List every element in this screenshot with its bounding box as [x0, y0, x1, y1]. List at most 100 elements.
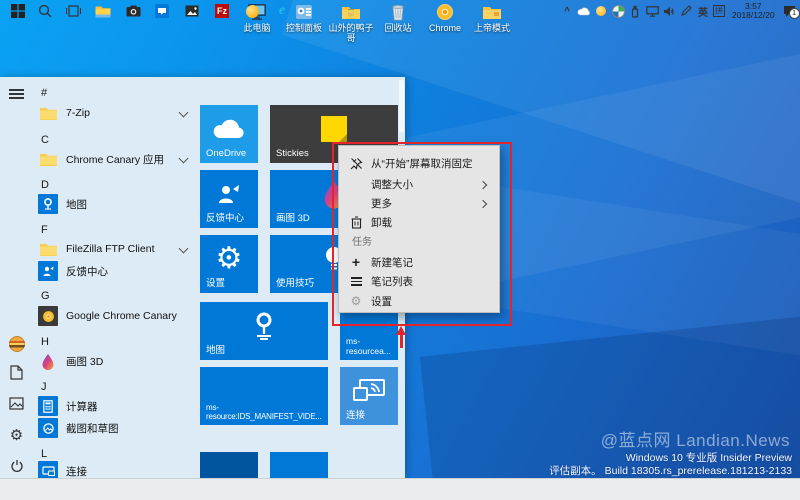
tile-label: 画图 3D — [276, 213, 310, 224]
chevron-down-icon[interactable] — [178, 153, 189, 164]
menu-item-note-list[interactable]: 笔记列表 — [338, 272, 500, 291]
app-label: 反馈中心 — [66, 265, 108, 278]
ime-language-indicator[interactable]: 英 — [696, 4, 710, 19]
desktop-icon-user-folder[interactable]: 山外的鸭子哥 — [328, 3, 374, 43]
task-view-button[interactable] — [60, 1, 86, 21]
app-list-section: L — [41, 448, 48, 460]
tile-onedrive[interactable]: OneDrive — [200, 105, 258, 163]
app-list-item-chrome-canary-folder[interactable]: Chrome Canary 应用 — [38, 148, 193, 170]
onedrive-tray-icon[interactable] — [577, 4, 591, 18]
tile-settings[interactable]: ⚙ 设置 — [200, 235, 258, 293]
app-list-section: C — [41, 134, 49, 146]
app-label: 截图和草图 — [66, 422, 119, 435]
folder-icon — [38, 149, 58, 169]
start-menu-scrollbar[interactable] — [399, 80, 404, 132]
desktop-icon-label: 上帝模式 — [473, 23, 510, 33]
tile-partial-1[interactable] — [200, 452, 258, 478]
menu-item-more[interactable]: 更多 — [338, 194, 500, 213]
chrome-canary-icon — [245, 4, 259, 18]
filezilla-button[interactable]: Fz — [209, 1, 235, 21]
pen-tray-icon[interactable] — [679, 4, 693, 18]
menu-item-new-note[interactable]: + 新建笔记 — [338, 252, 500, 272]
desktop-icon-label: 此电脑 — [243, 23, 271, 33]
control-panel-icon — [296, 5, 312, 19]
menu-item-resize[interactable]: 调整大小 — [338, 175, 500, 194]
menu-item-uninstall[interactable]: 卸载 — [338, 213, 500, 232]
tile-maps[interactable]: 地图 — [200, 302, 328, 360]
app-list-item-snip-sketch[interactable]: 截图和草图 — [38, 417, 193, 439]
feedback-hub-button[interactable] — [149, 1, 175, 21]
app-label: 地图 — [66, 198, 87, 211]
menu-section-tasks: 任务 — [338, 232, 500, 249]
chevron-down-icon[interactable] — [178, 243, 189, 254]
chevron-right-icon — [478, 199, 488, 208]
god-mode-folder-icon — [483, 7, 501, 19]
list-icon — [348, 275, 364, 288]
tray-expand-button[interactable]: ^ — [560, 4, 574, 18]
pictures-button[interactable] — [8, 395, 25, 412]
sticky-note-icon — [321, 116, 347, 143]
windows-build-watermark: 评估副本。 Build 18305.rs_prerelease.181213-2… — [549, 465, 792, 477]
app-list-item-paint3d[interactable]: 画图 3D — [38, 350, 193, 372]
antivirus-tray-icon[interactable] — [611, 4, 625, 18]
power-button[interactable] — [8, 457, 25, 474]
app-label: Google Chrome Canary — [66, 310, 177, 322]
map-pin-icon — [256, 312, 272, 341]
action-center-button[interactable]: 1 — [782, 4, 800, 19]
feedback-hub-icon — [155, 4, 169, 18]
app-label: 画图 3D — [66, 355, 104, 368]
display-tray-icon[interactable] — [645, 4, 659, 18]
app-label: FileZilla FTP Client — [66, 243, 155, 255]
app-list-item-maps[interactable]: 地图 — [38, 193, 193, 215]
settings-button[interactable]: ⚙ — [8, 426, 25, 444]
connect-cast-icon — [353, 379, 385, 402]
tile-label: Stickies — [276, 148, 309, 159]
chrome-canary-tray-icon[interactable] — [594, 4, 608, 18]
menu-item-unpin[interactable]: 从“开始”屏幕取消固定 — [338, 151, 500, 175]
app-list-item-feedback-hub[interactable]: 反馈中心 — [38, 260, 193, 282]
app-list-item-calculator[interactable]: 计算器 — [38, 395, 193, 417]
menu-item-settings[interactable]: ⚙ 设置 — [338, 291, 500, 311]
tile-connect[interactable]: 连接 — [340, 367, 398, 425]
snip-sketch-icon — [38, 418, 58, 438]
taskbar-clock[interactable]: 3:57 2018/12/20 — [732, 2, 775, 20]
taskbar-search-button[interactable] — [32, 1, 58, 21]
app-list-item-filezilla[interactable]: FileZilla FTP Client — [38, 238, 193, 260]
app-list-item-google-chrome-canary[interactable]: Google Chrome Canary — [38, 305, 193, 327]
plus-icon: + — [351, 254, 361, 270]
user-account-button[interactable] — [8, 335, 25, 352]
ime-mode-indicator[interactable]: 拼 — [713, 5, 725, 17]
desktop-icon-chrome[interactable]: Chrome — [422, 3, 468, 33]
app-list-item-7zip[interactable]: 7-Zip — [38, 102, 193, 124]
screen: 此电脑 控制面板 山外的鸭子哥 回收站 Chrome 上帝模式 @蓝点网 Lan… — [0, 0, 800, 500]
tile-feedback-hub[interactable]: 反馈中心 — [200, 170, 258, 228]
gear-icon: ⚙ — [215, 242, 243, 276]
menu-item-label: 从“开始”屏幕取消固定 — [371, 157, 473, 170]
desktop-icon-god-mode[interactable]: 上帝模式 — [469, 3, 515, 33]
windows-logo-icon — [11, 4, 25, 18]
chrome-canary-button[interactable] — [239, 1, 265, 21]
start-menu-expand-button[interactable] — [8, 85, 25, 102]
trash-icon — [348, 216, 364, 229]
file-explorer-button[interactable] — [90, 1, 116, 21]
usb-tray-icon[interactable] — [628, 4, 642, 18]
menu-item-label: 调整大小 — [371, 179, 413, 191]
chrome-canary-icon — [437, 4, 453, 20]
tile-ms-resource-video[interactable]: ms-resource:IDS_MANIFEST_VIDE... — [200, 367, 328, 425]
app-list-section: J — [41, 381, 47, 393]
photos-app-button[interactable] — [179, 1, 205, 21]
volume-tray-icon[interactable] — [662, 4, 676, 18]
tile-partial-2[interactable] — [270, 452, 328, 478]
camera-app-button[interactable] — [120, 1, 146, 21]
internet-explorer-button[interactable]: e — [269, 1, 295, 21]
desktop-icon-recycle-bin[interactable]: 回收站 — [375, 3, 421, 33]
document-icon — [10, 365, 23, 380]
chevron-down-icon[interactable] — [178, 107, 189, 118]
documents-button[interactable] — [8, 364, 25, 381]
tile-label: 使用技巧 — [276, 278, 315, 289]
gear-icon: ⚙ — [9, 426, 24, 444]
file-explorer-icon — [95, 6, 111, 17]
desktop-icon-label: 山外的鸭子哥 — [328, 23, 374, 43]
tile-label: 地图 — [206, 345, 226, 356]
start-button[interactable] — [5, 1, 31, 21]
